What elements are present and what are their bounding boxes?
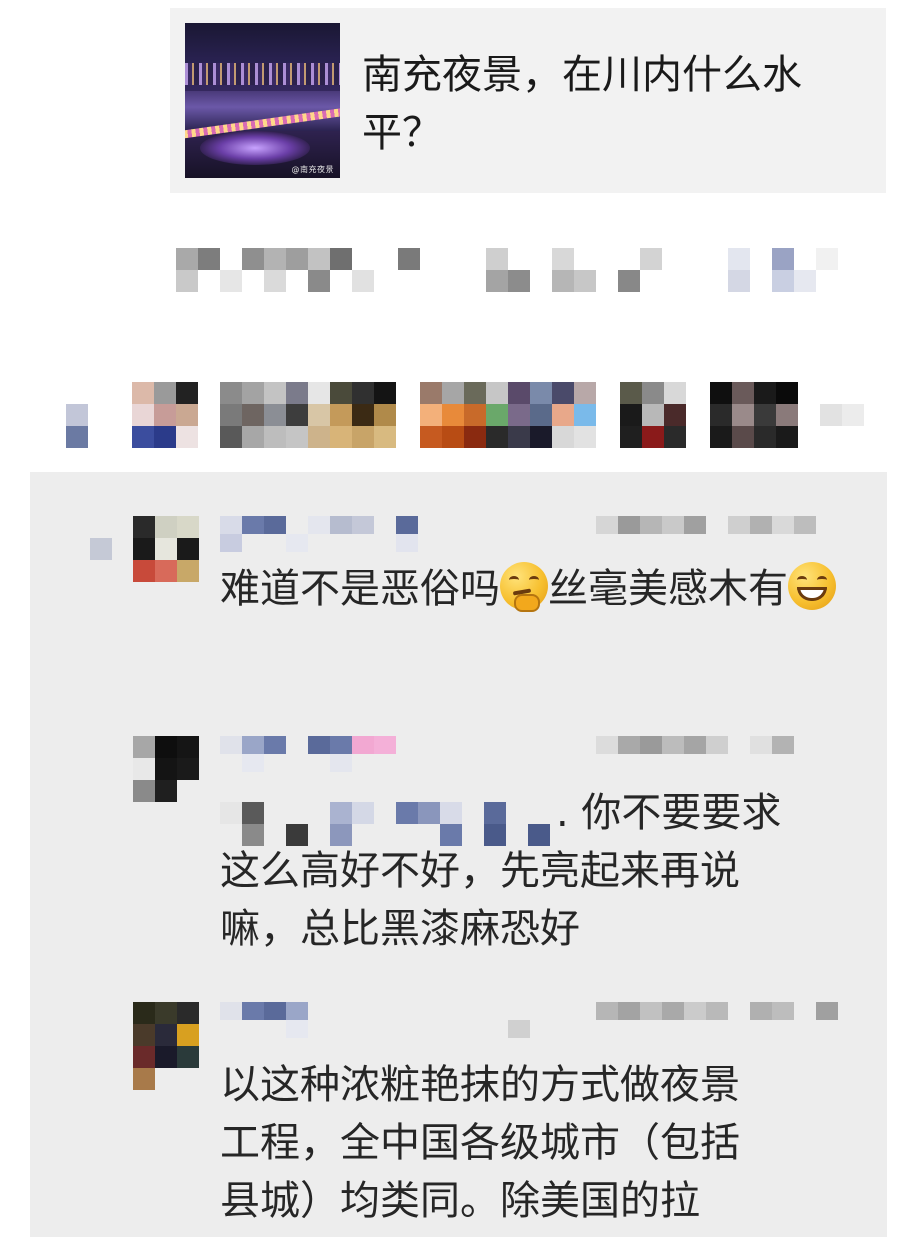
comment-text-2-line1: . 你不要要求	[556, 790, 782, 836]
comment-text-1-part1: 难道不是恶俗吗	[220, 566, 500, 612]
thumbnail-skyline	[185, 63, 340, 85]
comments-panel: 难道不是恶俗吗 丝毫美感木有 . 你不要要求 这么高好不好，先亮起来再说 嘛，总…	[30, 360, 887, 1237]
comment-avatar[interactable]	[133, 516, 199, 582]
redacted-timestamp	[596, 736, 846, 772]
redacted-timestamp	[596, 516, 846, 552]
redacted-reply-marker	[90, 538, 112, 560]
comment-text-1: 难道不是恶俗吗 丝毫美感木有	[220, 560, 860, 618]
comment-text-3-line2: 工程，全中国各级城市（包括	[220, 1120, 740, 1166]
comment-text-3-line3: 县城）均类同。除美国的拉	[220, 1178, 700, 1224]
thinking-face-icon	[500, 562, 548, 612]
comment-avatar[interactable]	[133, 1002, 199, 1068]
thumbnail-watermark: @南充夜景	[291, 165, 334, 174]
comment-text-2-line2: 这么高好不好，先亮起来再说	[220, 848, 740, 894]
comment-avatar[interactable]	[133, 736, 199, 802]
grinning-face-icon	[788, 562, 836, 610]
comment-text-2: . 你不要要求 这么高好不好，先亮起来再说 嘛，总比黑漆麻恐好	[220, 784, 860, 958]
redacted-likes-row	[176, 248, 856, 296]
comment-text-2-line3: 嘛，总比黑漆麻恐好	[220, 906, 580, 952]
screenshot-page: @南充夜景 南充夜景，在川内什么水平？ 难道不是恶俗吗 丝毫美感木有 . 你不要…	[0, 0, 917, 1237]
comment-text-3: 以这种浓粧艳抹的方式做夜景 工程，全中国各级城市（包括 县城）均类同。除美国的拉	[220, 1056, 860, 1230]
redacted-username[interactable]	[220, 1002, 420, 1038]
comment-text-3-line1: 以这种浓粧艳抹的方式做夜景	[220, 1062, 740, 1108]
thumbnail-island	[200, 131, 310, 165]
shared-link-card[interactable]: @南充夜景 南充夜景，在川内什么水平？	[170, 8, 886, 193]
redacted-liker-avatars	[30, 360, 887, 472]
comment-text-1-part2: 丝毫美感木有	[548, 566, 788, 612]
shared-link-title: 南充夜景，在川内什么水平？	[362, 52, 802, 156]
redacted-timestamp	[508, 1002, 848, 1038]
redacted-username[interactable]	[220, 516, 420, 552]
avatar-lower-strip	[133, 1068, 155, 1090]
shared-link-thumbnail: @南充夜景	[185, 23, 340, 178]
redacted-username[interactable]	[220, 736, 420, 772]
